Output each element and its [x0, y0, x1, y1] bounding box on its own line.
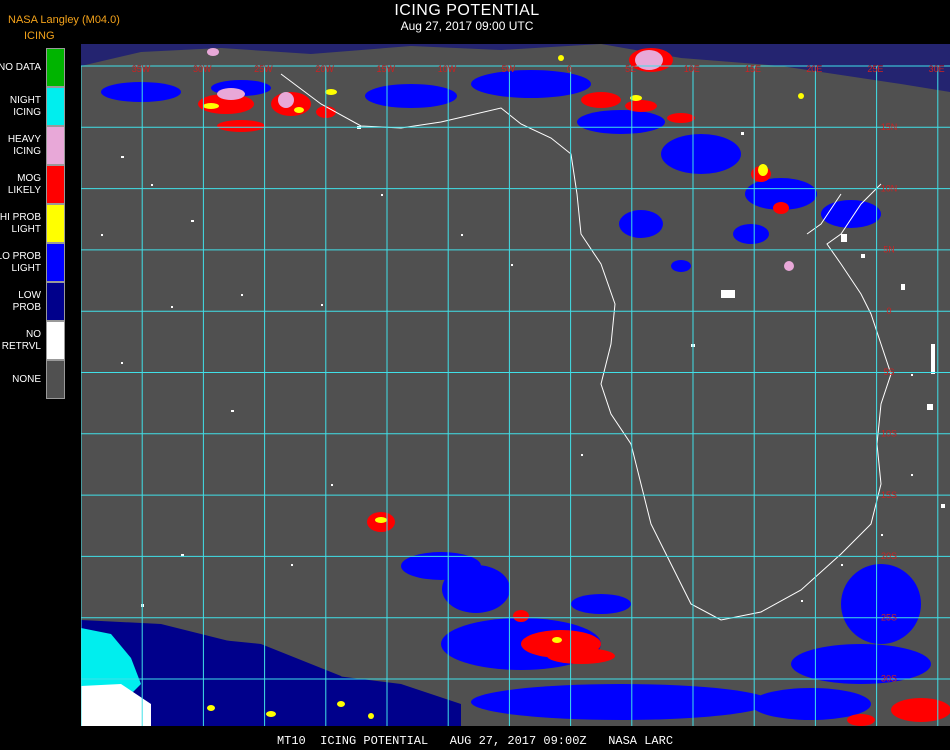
legend-label: NO RETRVL — [1, 328, 41, 352]
longitude-label: 25E — [867, 64, 883, 74]
icing-areas — [81, 44, 950, 726]
latitude-label: 5N — [883, 245, 895, 255]
legend-label: HI PROB LIGHT — [0, 211, 41, 235]
legend-swatch — [46, 282, 65, 321]
legend-item-none: NONE — [0, 360, 66, 399]
longitude-label: 5W — [501, 64, 515, 74]
legend-item-hi-prob-light: HI PROB LIGHT — [0, 204, 66, 243]
longitude-label: 15E — [745, 64, 761, 74]
legend-swatch — [46, 165, 65, 204]
longitude-label: 5E — [625, 64, 636, 74]
legend-label: LOW PROB — [12, 289, 41, 313]
legend-swatch — [46, 360, 65, 399]
latitude-label: 15N — [881, 122, 898, 132]
legend-label: NIGHT ICING — [9, 94, 41, 118]
coastlines — [280, 73, 892, 621]
longitude-label: 20E — [806, 64, 822, 74]
legend-swatch — [46, 243, 65, 282]
map-datetime: Aug 27, 2017 09:00 UTC — [400, 19, 534, 33]
legend-swatch — [46, 126, 65, 165]
legend-item-low-prob: LOW PROB — [0, 282, 66, 321]
map-canvas: 35W 30W 25W 20W 15W 10W 5W 0 5E 10E 15E 20E 25E 30E 15… — [81, 44, 950, 726]
latitude-label: 15S — [881, 490, 897, 500]
legend-item-no-data: NO DATA — [0, 48, 66, 87]
legend-item-mog-likely: MOG LIKELY — [0, 165, 66, 204]
latitude-label: 5S — [883, 367, 894, 377]
latitude-label: 10S — [881, 429, 897, 439]
longitude-label: 30W — [193, 64, 212, 74]
latitude-label: 10N — [881, 183, 898, 193]
legend-label: NONE — [12, 373, 41, 385]
longitude-label: 35W — [132, 64, 151, 74]
legend-label: NO DATA — [0, 61, 41, 73]
longitude-label: 10W — [438, 64, 457, 74]
legend-label: LO PROB LIGHT — [0, 250, 41, 274]
legend-item-heavy-icing: HEAVY ICING — [0, 126, 66, 165]
legend-swatch — [46, 48, 65, 87]
legend-swatch — [46, 204, 65, 243]
legend-item-lo-prob-light: LO PROB LIGHT — [0, 243, 66, 282]
icing-map: 35W 30W 25W 20W 15W 10W 5W 0 5E 10E 15E 20E 25E 30E 15… — [81, 44, 950, 726]
legend-item-night-icing: NIGHT ICING — [0, 87, 66, 126]
legend-label: HEAVY ICING — [7, 133, 41, 157]
legend-item-no-retrieval: NO RETRVL — [0, 321, 66, 360]
longitude-label: 10E — [684, 64, 700, 74]
color-legend: NO DATA NIGHT ICING HEAVY ICING MOG LIKE… — [0, 48, 66, 399]
legend-swatch — [46, 321, 65, 360]
latitude-label: 0 — [886, 306, 891, 316]
legend-swatch — [46, 87, 65, 126]
longitude-label: 20W — [315, 64, 334, 74]
longitude-label: 15W — [377, 64, 396, 74]
legend-label: MOG LIKELY — [7, 172, 41, 196]
latitude-label: 30S — [881, 674, 897, 684]
map-title: ICING POTENTIAL — [394, 2, 540, 19]
latitude-label: 20S — [881, 551, 897, 561]
longitude-label: 0 — [567, 64, 572, 74]
footer-caption: MT10 ICING POTENTIAL AUG 27, 2017 09:00Z… — [276, 734, 674, 748]
grid-labels: 35W 30W 25W 20W 15W 10W 5W 0 5E 10E 15E 20E 25E 30E 15… — [132, 64, 945, 684]
longitude-label: 30E — [929, 64, 945, 74]
latitude-label: 25S — [881, 612, 897, 622]
longitude-label: 25W — [254, 64, 273, 74]
